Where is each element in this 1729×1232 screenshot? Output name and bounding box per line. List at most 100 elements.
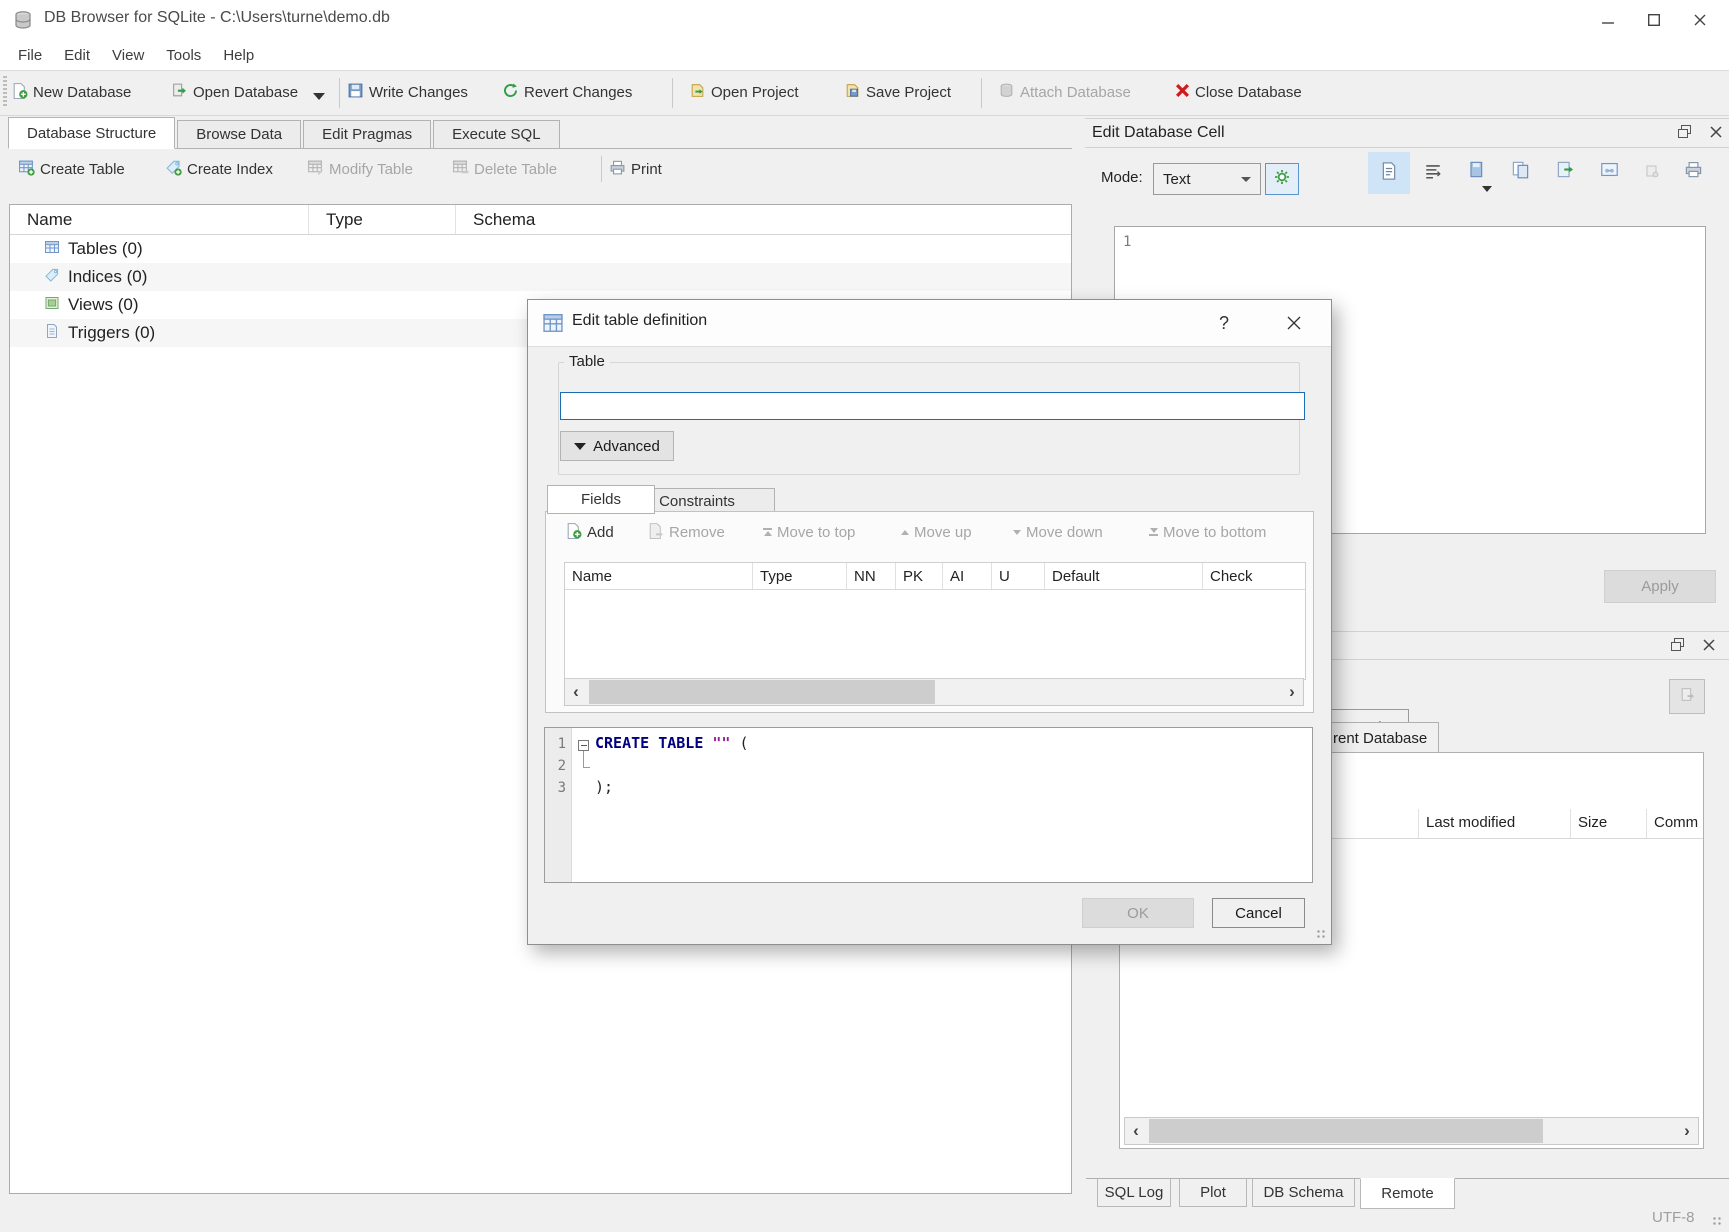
close-database-button[interactable]: Close Database xyxy=(1175,71,1302,113)
column-divider xyxy=(1418,809,1419,838)
open-project-button[interactable]: Open Project xyxy=(689,71,799,113)
toolbar-button-label: New Database xyxy=(33,84,131,101)
import-data-button[interactable] xyxy=(1465,159,1489,183)
tree-column-schema[interactable]: Schema xyxy=(456,205,1071,234)
grid-column-u[interactable]: U xyxy=(992,563,1045,589)
encoding-status[interactable]: UTF-8 xyxy=(1652,1209,1695,1226)
move-to-bottom-button[interactable]: Move to bottom xyxy=(1149,516,1266,548)
delete-table-icon xyxy=(452,159,469,180)
grid-column-type[interactable]: Type xyxy=(753,563,847,589)
grid-column-check[interactable]: Check xyxy=(1203,563,1305,589)
create-index-button[interactable]: Create Index xyxy=(165,150,273,188)
grid-column-ai[interactable]: AI xyxy=(943,563,992,589)
open-database-dropdown-arrow[interactable] xyxy=(313,93,325,100)
table-name-input[interactable] xyxy=(560,392,1305,420)
close-button[interactable] xyxy=(1677,0,1723,40)
move-down-icon xyxy=(1013,530,1021,535)
dialog-close-button[interactable] xyxy=(1274,308,1314,338)
new-database-button[interactable]: New Database xyxy=(11,71,131,113)
close-panel-icon[interactable] xyxy=(1704,125,1728,141)
tab-remote[interactable]: Remote xyxy=(1360,1178,1455,1209)
open-database-button[interactable]: Open Database xyxy=(171,71,298,113)
advanced-toggle-button[interactable]: Advanced xyxy=(560,431,674,461)
save-project-button[interactable]: Save Project xyxy=(844,71,951,113)
tab-edit-pragmas[interactable]: Edit Pragmas xyxy=(303,120,431,148)
remote-column-size[interactable]: Size xyxy=(1578,814,1607,831)
mode-select[interactable]: Text xyxy=(1153,163,1261,195)
revert-changes-button[interactable]: Revert Changes xyxy=(502,71,632,113)
tab-sql-log[interactable]: SQL Log xyxy=(1097,1179,1171,1207)
remote-column-last-modified[interactable]: Last modified xyxy=(1426,814,1515,831)
tab-execute-sql[interactable]: Execute SQL xyxy=(433,120,559,148)
create-table-button[interactable]: Create Table xyxy=(18,150,125,188)
dialog-resize-grip[interactable] xyxy=(1316,929,1326,939)
print-cell-button[interactable] xyxy=(1681,159,1705,183)
maximize-button[interactable] xyxy=(1631,0,1677,40)
save-as-button[interactable] xyxy=(1640,161,1664,185)
grid-column-default[interactable]: Default xyxy=(1045,563,1203,589)
export-data-button[interactable] xyxy=(1553,159,1577,183)
modify-table-button[interactable]: Modify Table xyxy=(307,150,413,188)
write-changes-button[interactable]: Write Changes xyxy=(347,71,468,113)
code-fold-icon[interactable] xyxy=(578,740,589,751)
menu-view[interactable]: View xyxy=(101,40,155,70)
scrollbar-thumb[interactable] xyxy=(1149,1119,1543,1143)
add-field-button[interactable]: Add xyxy=(565,516,614,548)
scroll-left-arrow[interactable]: ‹ xyxy=(1125,1118,1147,1144)
move-up-button[interactable]: Move up xyxy=(901,516,972,548)
remove-field-button[interactable]: Remove xyxy=(647,516,725,548)
move-down-button[interactable]: Move down xyxy=(1013,516,1103,548)
delete-table-button[interactable]: Delete Table xyxy=(452,150,557,188)
scrollbar-thumb[interactable] xyxy=(589,680,935,704)
tab-browse-data[interactable]: Browse Data xyxy=(177,120,301,148)
remote-upload-button[interactable] xyxy=(1669,679,1705,714)
menu-tools[interactable]: Tools xyxy=(155,40,212,70)
dialog-help-button[interactable]: ? xyxy=(1204,308,1244,338)
tab-fields[interactable]: Fields xyxy=(547,485,655,514)
tab-db-schema[interactable]: DB Schema xyxy=(1252,1179,1355,1207)
grid-column-name[interactable]: Name xyxy=(565,563,753,589)
menu-file[interactable]: File xyxy=(7,40,53,70)
tab-database-structure[interactable]: Database Structure xyxy=(8,117,175,149)
tree-column-name[interactable]: Name xyxy=(10,205,309,234)
menu-edit[interactable]: Edit xyxy=(53,40,101,70)
grid-column-pk[interactable]: PK xyxy=(896,563,943,589)
import-dropdown-arrow[interactable] xyxy=(1482,186,1492,192)
scroll-left-arrow[interactable]: ‹ xyxy=(565,679,587,705)
toolbar-separator xyxy=(981,78,982,108)
text-view-mode-button[interactable] xyxy=(1368,152,1410,194)
open-in-app-button[interactable] xyxy=(1597,159,1621,183)
remote-horizontal-scrollbar[interactable]: ‹ › xyxy=(1124,1117,1699,1145)
dialog-titlebar[interactable]: Edit table definition ? xyxy=(528,300,1331,347)
tree-row-tables[interactable]: Tables (0) xyxy=(10,235,1071,263)
float-panel-icon[interactable] xyxy=(1672,124,1696,142)
mode-label: Mode: xyxy=(1101,169,1143,186)
menu-help[interactable]: Help xyxy=(212,40,265,70)
grid-column-nn[interactable]: NN xyxy=(847,563,896,589)
copy-cell-button[interactable] xyxy=(1508,159,1532,183)
tree-column-type[interactable]: Type xyxy=(309,205,456,234)
float-panel-icon[interactable] xyxy=(1665,637,1689,655)
tree-row-indices[interactable]: Indices (0) xyxy=(10,263,1071,291)
window-title: DB Browser for SQLite - C:\Users\turne\d… xyxy=(44,9,390,27)
window-resize-grip[interactable] xyxy=(1712,1216,1722,1226)
column-divider xyxy=(1646,809,1647,838)
close-panel-icon[interactable] xyxy=(1697,638,1721,654)
toolbar-grip[interactable] xyxy=(3,76,7,108)
app-icon xyxy=(13,10,33,34)
attach-database-button[interactable]: Attach Database xyxy=(998,71,1131,113)
ok-button[interactable]: OK xyxy=(1082,898,1194,928)
apply-button[interactable]: Apply xyxy=(1604,570,1716,603)
add-icon xyxy=(565,522,582,543)
auto-detect-mode-button[interactable] xyxy=(1265,163,1299,195)
cancel-button[interactable]: Cancel xyxy=(1212,898,1305,928)
minimize-button[interactable] xyxy=(1585,0,1631,40)
tab-plot[interactable]: Plot xyxy=(1179,1179,1247,1207)
remote-column-commit[interactable]: Comm xyxy=(1654,814,1698,831)
scroll-right-arrow[interactable]: › xyxy=(1281,679,1303,705)
print-button[interactable]: Print xyxy=(609,150,662,188)
fields-grid-scrollbar[interactable]: ‹ › xyxy=(564,678,1304,706)
move-to-top-button[interactable]: Move to top xyxy=(763,516,855,548)
word-wrap-button[interactable] xyxy=(1421,161,1445,185)
scroll-right-arrow[interactable]: › xyxy=(1676,1118,1698,1144)
